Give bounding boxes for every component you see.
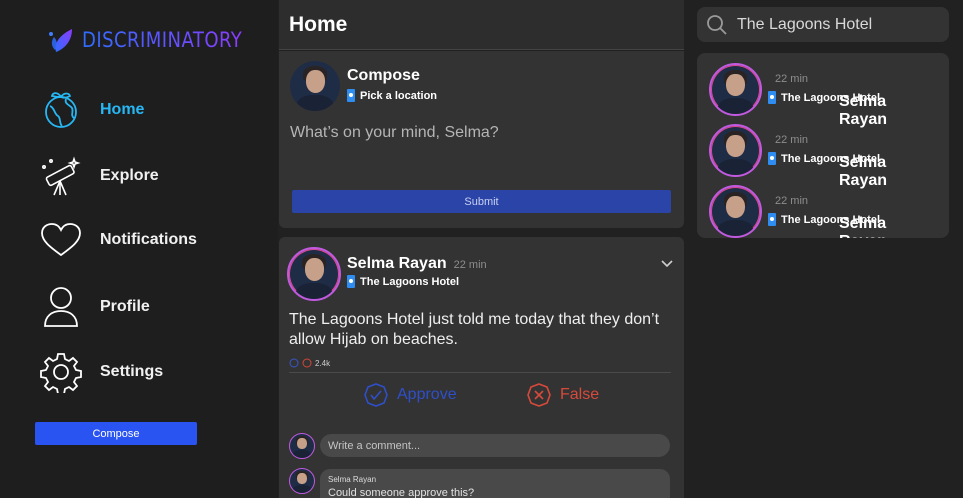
avatar	[290, 61, 340, 111]
false-icon	[527, 383, 551, 407]
user-icon	[38, 285, 84, 329]
submit-button[interactable]: Submit	[292, 190, 671, 213]
chevron-down-icon[interactable]	[661, 255, 673, 273]
comment-text: Could someone approve this?	[328, 487, 475, 498]
post-time: 22 min	[453, 259, 487, 271]
location-picker-label: Pick a location	[360, 89, 438, 102]
location-picker[interactable]: Pick a location	[347, 89, 437, 102]
sidebar-item-settings[interactable]: Settings	[38, 350, 258, 394]
reaction-count: 2.4k	[315, 358, 331, 368]
location-pin-icon	[768, 152, 776, 165]
reaction-summary[interactable]: 2.4k	[289, 358, 330, 368]
compose-button[interactable]: Compose	[35, 422, 197, 445]
location-pin-icon	[347, 89, 355, 102]
false-button[interactable]: False	[526, 382, 599, 408]
post-location[interactable]: The Lagoons Hotel	[347, 275, 459, 288]
result-location: The Lagoons Hotel	[768, 213, 880, 226]
result-location-label: The Lagoons Hotel	[781, 213, 880, 226]
result-time: 22 min	[775, 195, 809, 207]
page-header: Home	[279, 0, 684, 50]
divider	[289, 372, 671, 373]
avatar	[289, 433, 315, 459]
avatar[interactable]	[287, 247, 341, 301]
page-title: Home	[289, 13, 348, 36]
location-pin-icon	[768, 91, 776, 104]
result-location-label: The Lagoons Hotel	[781, 91, 880, 104]
result-location: The Lagoons Hotel	[768, 152, 880, 165]
comment: Selma Rayan Could someone approve this?	[320, 469, 670, 498]
comment-input[interactable]	[320, 434, 670, 457]
post-location-label: The Lagoons Hotel	[360, 275, 459, 288]
leaf-logo-icon	[49, 29, 72, 52]
sidebar-item-label: Explore	[100, 167, 159, 184]
post-input[interactable]: What’s on your mind, Selma?	[290, 124, 499, 142]
post-card: Selma Rayan 22 min The Lagoons Hotel The…	[279, 237, 684, 498]
telescope-icon	[38, 154, 84, 198]
approve-icon	[364, 383, 388, 407]
post-author[interactable]: Selma Rayan	[347, 255, 447, 273]
sidebar-item-label: Home	[100, 101, 145, 118]
sidebar-item-home[interactable]: Home	[38, 88, 258, 132]
post-text: The Lagoons Hotel just told me today tha…	[289, 311, 660, 348]
avatar	[709, 185, 762, 238]
sidebar-item-profile[interactable]: Profile	[38, 285, 258, 329]
false-small-icon	[302, 358, 312, 368]
approve-button[interactable]: Approve	[363, 382, 457, 408]
result-location-label: The Lagoons Hotel	[781, 152, 880, 165]
avatar	[289, 468, 315, 494]
location-pin-icon	[768, 213, 776, 226]
sidebar-item-label: Profile	[100, 298, 150, 315]
list-item[interactable]: Selma Rayan 22 min The Lagoons Hotel	[697, 175, 949, 238]
sidebar-item-notifications[interactable]: Notifications	[38, 218, 258, 262]
approve-label: Approve	[397, 386, 457, 403]
app-logo[interactable]: DISCRIMINATORY	[46, 26, 268, 54]
heart-icon	[38, 218, 84, 262]
globe-icon	[38, 88, 84, 132]
result-time: 22 min	[775, 134, 809, 146]
result-time: 22 min	[775, 73, 809, 85]
logo-text: DISCRIMINATORY	[82, 28, 243, 52]
result-location: The Lagoons Hotel	[768, 91, 880, 104]
approve-small-icon	[289, 358, 299, 368]
location-pin-icon	[347, 275, 355, 288]
sidebar: DISCRIMINATORY Home Explore Notification…	[0, 0, 278, 498]
gear-icon	[38, 350, 84, 394]
list-item[interactable]: Selma Rayan 22 min The Lagoons Hotel	[697, 53, 949, 128]
compose-card: Compose Pick a location What’s on your m…	[279, 51, 684, 228]
list-item[interactable]: Selma Rayan 22 min The Lagoons Hotel	[697, 114, 949, 189]
sidebar-item-label: Notifications	[100, 231, 197, 248]
search-results: Selma Rayan 22 min The Lagoons Hotel Sel…	[697, 53, 949, 238]
avatar	[709, 124, 762, 177]
avatar	[709, 63, 762, 116]
compose-title: Compose	[347, 67, 420, 84]
sidebar-item-label: Settings	[100, 363, 164, 380]
search-input[interactable]	[737, 13, 937, 36]
false-label: False	[560, 386, 600, 403]
search-bar	[697, 7, 949, 42]
search-icon[interactable]	[706, 14, 728, 36]
sidebar-item-explore[interactable]: Explore	[38, 154, 258, 198]
comment-author[interactable]: Selma Rayan	[328, 475, 662, 484]
